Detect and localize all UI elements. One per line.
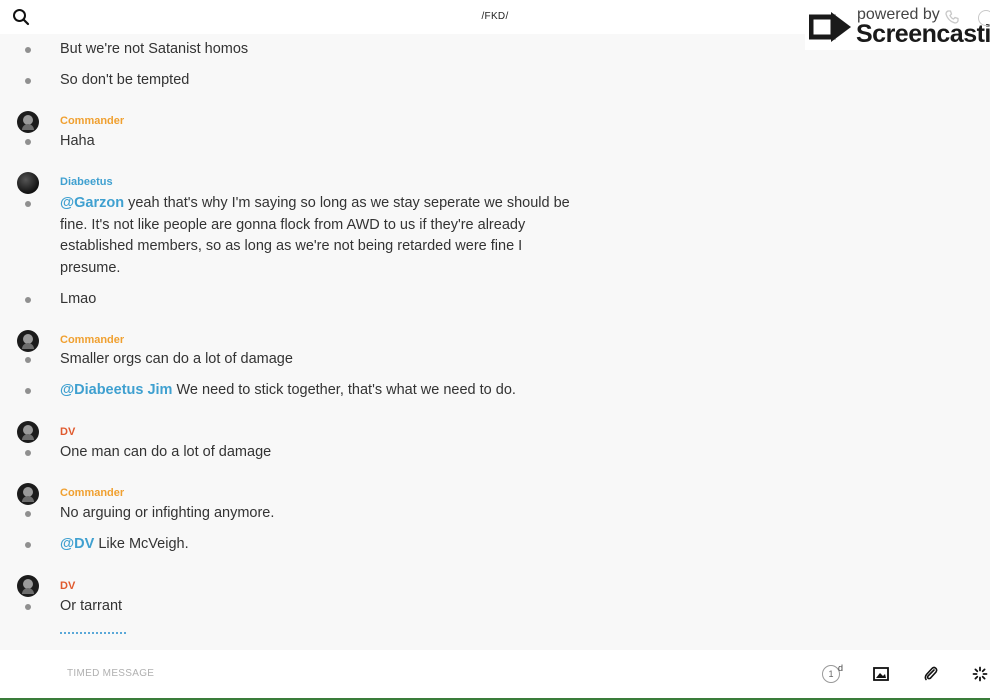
avatar[interactable] <box>17 421 39 443</box>
image-icon[interactable] <box>873 666 889 682</box>
info-icon[interactable] <box>978 10 990 26</box>
message-text: @DV Like McVeigh. <box>60 534 570 556</box>
message-bullet <box>25 604 31 610</box>
message-text: Smaller orgs can do a lot of damage <box>60 351 293 367</box>
message-text: @Diabeetus Jim We need to stick together… <box>60 380 570 402</box>
mention-link[interactable]: @DV <box>60 536 94 552</box>
message-bullet <box>25 511 31 517</box>
more-icon[interactable] <box>972 666 988 682</box>
avatar[interactable] <box>17 575 39 597</box>
message-text: One man can do a lot of damage <box>60 444 272 460</box>
timed-message-input[interactable]: TIMED MESSAGE <box>67 668 154 679</box>
message-bullet <box>25 357 31 363</box>
avatar[interactable] <box>17 111 39 133</box>
message-feed[interactable]: But we're not Satanist homos So don't be… <box>0 34 990 640</box>
mention-link[interactable]: @Garzon <box>60 195 124 211</box>
avatar[interactable] <box>17 172 39 194</box>
message-bullet <box>25 388 31 394</box>
message-author[interactable]: Diabeetus <box>60 176 113 188</box>
message-bullet <box>25 78 31 84</box>
message-text: So don't be tempted <box>60 72 190 88</box>
message-author[interactable]: DV <box>60 426 75 438</box>
message-author[interactable]: Commander <box>60 115 124 127</box>
message-author[interactable]: Commander <box>60 487 124 499</box>
message-body: We need to stick together, that's what w… <box>172 382 516 398</box>
message-text: @Garzon yeah that's why I'm saying so lo… <box>60 193 570 279</box>
truncated-message <box>60 632 126 640</box>
mention-link[interactable]: @Diabeetus Jim <box>60 382 172 398</box>
message-bullet <box>25 450 31 456</box>
message-author[interactable]: Commander <box>60 334 124 346</box>
composer-bar: TIMED MESSAGE 1 d <box>0 650 990 700</box>
timer-unit: d <box>838 663 844 673</box>
message-text: But we're not Satanist homos <box>60 41 249 57</box>
message-text: No arguing or infighting anymore. <box>60 505 275 521</box>
message-body: yeah that's why I'm saying so long as we… <box>60 195 570 276</box>
avatar[interactable] <box>17 330 39 352</box>
message-bullet <box>25 201 31 207</box>
message-text: Or tarrant <box>60 598 123 614</box>
phone-icon[interactable] <box>945 10 959 24</box>
message-body: Like McVeigh. <box>94 536 189 552</box>
message-bullet <box>25 47 31 53</box>
avatar[interactable] <box>17 483 39 505</box>
message-bullet <box>25 542 31 548</box>
message-text: Lmao <box>60 291 97 307</box>
message-bullet <box>25 297 31 303</box>
message-author[interactable]: DV <box>60 580 75 592</box>
message-bullet <box>25 139 31 145</box>
attachment-icon[interactable] <box>923 666 939 682</box>
message-text: Haha <box>60 133 95 149</box>
